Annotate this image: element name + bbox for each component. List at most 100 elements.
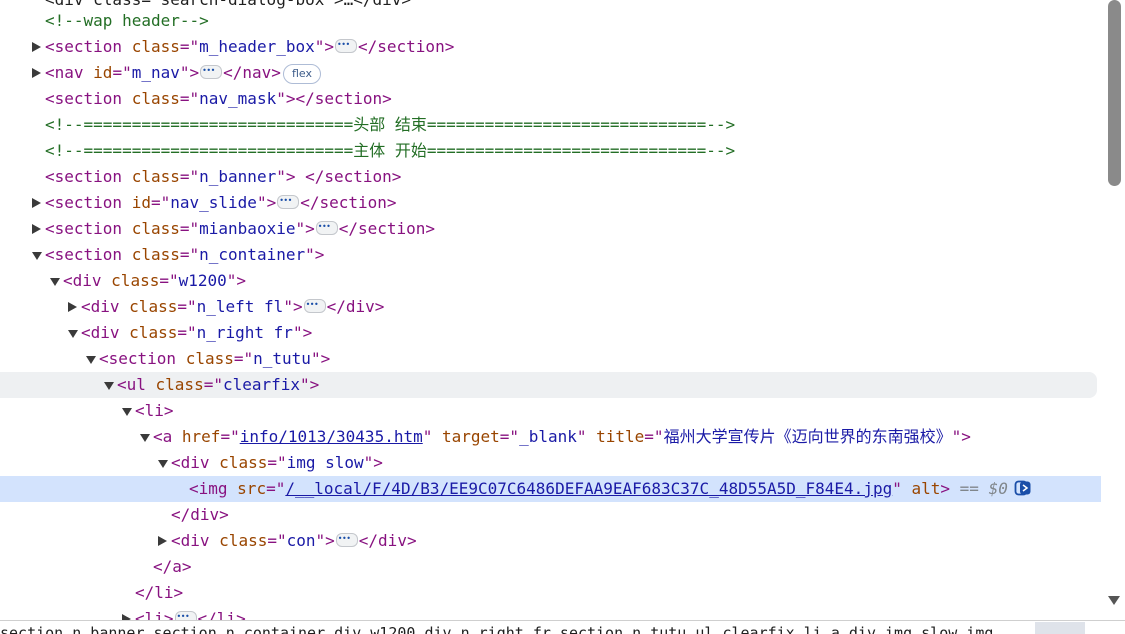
tree-row-r10[interactable]: <section class="n_container"> <box>0 242 1101 268</box>
tree-row-r7[interactable]: <section class="n_banner"> </section> <box>0 164 1101 190</box>
expand-triangle-right-icon[interactable] <box>31 60 43 86</box>
token-tag: "> <box>179 63 200 82</box>
tree-row-content: <div class="w1200"> <box>63 268 246 294</box>
tree-row-content: <section class="mianbaoxie"> </section> <box>45 214 435 242</box>
expand-triangle-right-icon[interactable] <box>31 34 43 60</box>
tree-row-r13[interactable]: <div class="n_right fr"> <box>0 320 1101 346</box>
scroll-down-arrow-icon[interactable] <box>1108 596 1120 605</box>
vertical-scrollbar[interactable] <box>1104 0 1125 620</box>
token-tag: <ul <box>117 375 156 394</box>
ellipsis-expand-icon[interactable] <box>174 604 197 620</box>
expand-triangle-right-icon[interactable] <box>157 528 169 554</box>
token-tag: =" <box>177 323 197 342</box>
token-attr: id <box>93 63 113 82</box>
ellipsis-expand-icon[interactable] <box>200 58 223 84</box>
breadcrumb-selected-crumb[interactable] <box>1035 622 1085 634</box>
token-attr: class <box>155 375 204 394</box>
tree-row-r5[interactable]: <!--============================头部 结束===… <box>0 112 1101 138</box>
expand-triangle-down-icon[interactable] <box>67 320 79 346</box>
expand-triangle-down-icon[interactable] <box>31 242 43 268</box>
token-val: n_container <box>199 245 306 264</box>
token-tag: "> <box>363 453 383 472</box>
token-val: n_banner <box>199 167 277 186</box>
token-val: m_nav <box>131 63 180 82</box>
token-attr: class <box>111 271 160 290</box>
tree-row-r15[interactable]: <ul class="clearfix"> <box>0 372 1097 398</box>
expand-triangle-down-icon[interactable] <box>85 346 97 372</box>
tree-row-r6[interactable]: <!--============================主体 开始===… <box>0 138 1101 164</box>
token-val: nav_mask <box>199 89 277 108</box>
token-tag: <section <box>45 37 132 56</box>
token-tag: <section <box>45 193 132 212</box>
ellipsis-expand-icon[interactable] <box>277 188 300 214</box>
tree-row-r17[interactable]: <a href="info/1013/30435.htm" target="_b… <box>0 424 1101 450</box>
tree-row-r9[interactable]: <section class="mianbaoxie"> </section> <box>0 214 1101 242</box>
token-attr: class <box>131 245 180 264</box>
token-link[interactable]: /__local/F/4D/B3/EE9C07C6486DEFAA9EAF683… <box>285 479 892 498</box>
ellipsis-expand-icon[interactable] <box>335 526 358 552</box>
tree-row-r8[interactable]: <section id="nav_slide"> </section> <box>0 188 1101 216</box>
tree-row-r19[interactable]: <img src="/__local/F/4D/B3/EE9C07C6486DE… <box>0 476 1101 502</box>
tree-row-content: <section id="nav_slide"> </section> <box>45 188 397 216</box>
tree-row-content: <!--============================主体 开始===… <box>45 138 735 164</box>
ellipsis-expand-icon[interactable] <box>335 32 357 58</box>
expand-triangle-down-icon[interactable] <box>121 398 133 424</box>
tree-row-r12[interactable]: <div class="n_left fl"> </div> <box>0 292 1101 320</box>
tree-row-r3[interactable]: <nav id="m_nav"> </nav>flex <box>0 58 1101 86</box>
expand-triangle-down-icon[interactable] <box>49 268 61 294</box>
scrollbar-thumb[interactable] <box>1108 0 1121 186</box>
tree-row-r24[interactable]: <li> </li> <box>0 604 1101 620</box>
breadcrumb-bar[interactable]: section.n_banner section.n_container div… <box>0 620 1125 634</box>
token-tag: =" <box>179 167 200 186</box>
tree-row-content: <nav id="m_nav"> </nav>flex <box>45 58 321 86</box>
expand-triangle-right-icon[interactable] <box>121 606 133 620</box>
ai-assistance-icon[interactable] <box>1014 480 1032 496</box>
tree-row-r4[interactable]: <section class="nav_mask"></section> <box>0 86 1101 112</box>
tree-row-content: <!--============================头部 结束===… <box>45 112 735 138</box>
token-tag: <div <box>171 531 220 550</box>
token-attr: class <box>131 37 180 56</box>
tree-row-r16[interactable]: <li> <box>0 398 1101 424</box>
tree-row-r18[interactable]: <div class="img slow"> <box>0 450 1101 476</box>
token-tag: <div <box>81 323 130 342</box>
token-tag: =" <box>179 245 200 264</box>
expand-triangle-down-icon[interactable] <box>157 450 169 476</box>
token-tag: </section> <box>300 193 397 212</box>
tree-row-content: <div class="con"> </div> <box>171 526 417 554</box>
expand-triangle-right-icon[interactable] <box>67 294 79 320</box>
token-val: con <box>286 531 316 550</box>
token-tag: =" <box>499 427 520 446</box>
tree-row-r22[interactable]: </a> <box>0 554 1101 580</box>
token-tag: </div> <box>358 531 417 550</box>
expand-triangle-right-icon[interactable] <box>31 190 43 216</box>
elements-tree[interactable]: <div class="search-dialog-box">…</div> <… <box>0 0 1104 620</box>
token-tag: <div <box>171 453 220 472</box>
token-tag: </div> <box>326 297 385 316</box>
token-tag: " <box>892 479 912 498</box>
token-tag: "> <box>226 271 247 290</box>
tree-row-r14[interactable]: <section class="n_tutu"> <box>0 346 1101 372</box>
token-tag: <div <box>81 297 130 316</box>
expand-triangle-down-icon[interactable] <box>139 424 151 450</box>
token-link[interactable]: info/1013/30435.htm <box>240 427 423 446</box>
flex-badge[interactable]: flex <box>282 64 321 84</box>
expand-triangle-right-icon[interactable] <box>31 216 43 242</box>
ellipsis-expand-icon[interactable] <box>315 214 338 240</box>
token-tag: =" <box>267 531 287 550</box>
ellipsis-expand-icon[interactable] <box>303 292 326 318</box>
token-val: mianbaoxie <box>199 219 296 238</box>
tree-row-r2[interactable]: <section class="m_header_box"> </section> <box>0 32 1101 60</box>
tree-row-r20[interactable]: </div> <box>0 502 1101 528</box>
expand-triangle-down-icon[interactable] <box>103 372 115 398</box>
tree-row-r23[interactable]: </li> <box>0 580 1101 606</box>
token-tag: <section <box>45 245 132 264</box>
tree-row-r1[interactable]: <!--wap header--> <box>0 8 1101 34</box>
tree-row-r21[interactable]: <div class="con"> </div> <box>0 526 1101 554</box>
token-tag: =" <box>179 89 200 108</box>
token-val: m_header_box <box>199 37 315 56</box>
token-val: img slow <box>286 453 364 472</box>
tree-row-r11[interactable]: <div class="w1200"> <box>0 268 1101 294</box>
token-ref: == $0 <box>950 479 1008 498</box>
token-attr: class <box>219 453 268 472</box>
token-val: n_tutu <box>253 349 311 368</box>
